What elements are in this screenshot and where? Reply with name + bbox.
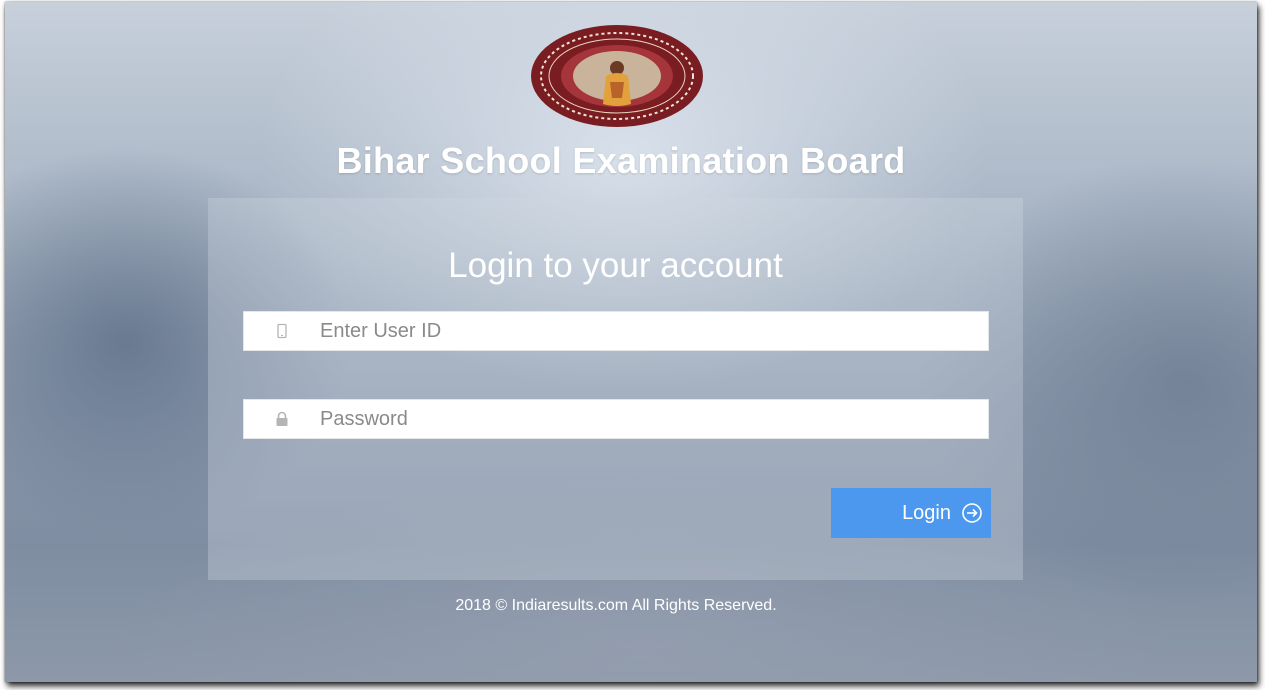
user-id-input[interactable]: [320, 312, 980, 350]
login-panel: Login to your account Login: [208, 198, 1023, 580]
login-heading: Login to your account: [448, 246, 783, 285]
login-button-label: Login: [902, 501, 951, 524]
board-title: Bihar School Examination Board: [336, 140, 906, 181]
app-window: Bihar School Examination Board Login to …: [5, 2, 1257, 682]
password-field[interactable]: [243, 399, 989, 439]
lock-icon: [276, 411, 288, 426]
login-button[interactable]: Login: [831, 488, 991, 538]
copyright-footer: 2018 © Indiaresults.com All Rights Reser…: [455, 597, 777, 614]
user-id-field[interactable]: [243, 311, 989, 351]
bseb-emblem-icon: [531, 25, 703, 127]
arrow-circle-right-icon: [962, 503, 982, 523]
mobile-phone-icon: [277, 323, 287, 339]
password-input[interactable]: [320, 400, 980, 438]
